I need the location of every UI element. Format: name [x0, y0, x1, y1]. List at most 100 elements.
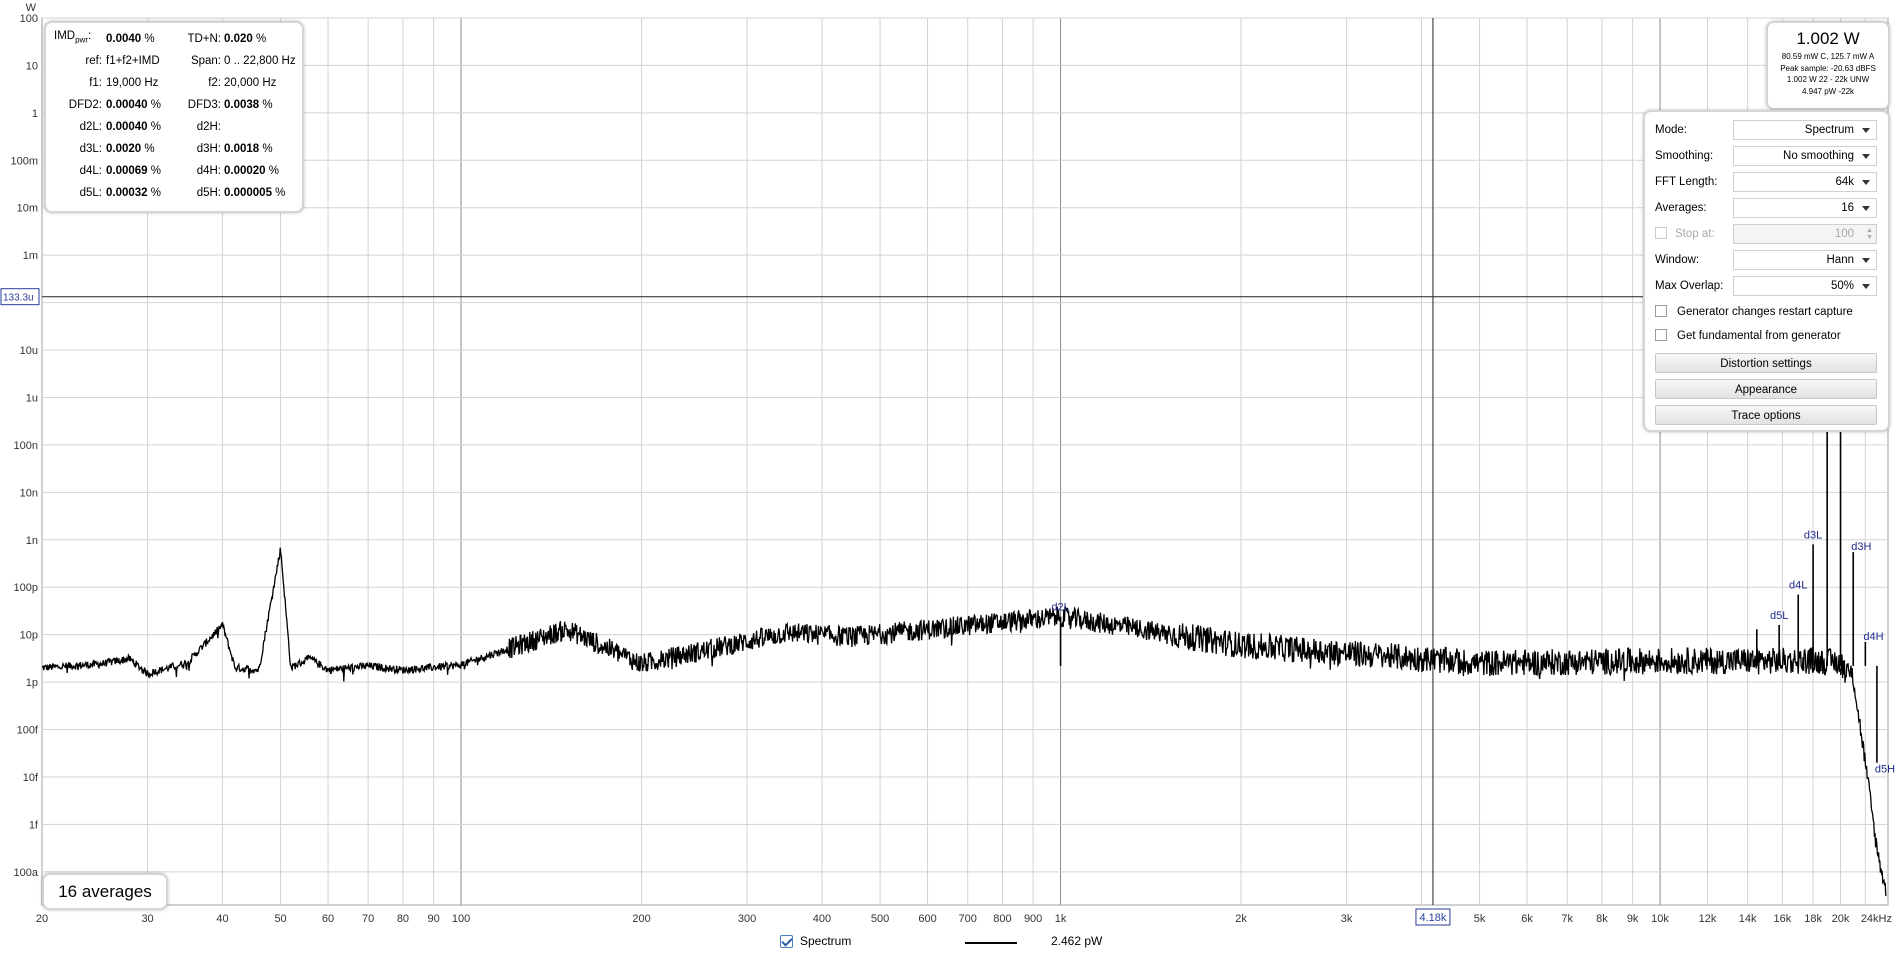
- fundamental-generator-label: Get fundamental from generator: [1677, 330, 1841, 342]
- d5h-label: d5H:: [196, 187, 221, 199]
- smoothing-value: No smoothing: [1783, 150, 1854, 162]
- peak-label-d4h: d4H: [1863, 631, 1883, 643]
- x-tick-label: 7k: [1561, 913, 1573, 925]
- d3l-value: 0.0020 %: [106, 143, 155, 155]
- y-tick-label: 100m: [10, 155, 38, 167]
- y-axis-unit: W: [26, 2, 37, 14]
- fft-length-dropdown[interactable]: 64k: [1733, 172, 1877, 192]
- plot-frame: [41, 17, 1889, 906]
- span-label: Span:: [190, 55, 221, 67]
- peak-label-d2l: d2L: [1051, 602, 1069, 614]
- mode-value: Spectrum: [1804, 124, 1854, 136]
- averages-badge: 16 averages: [42, 873, 168, 910]
- window-value: Hann: [1826, 254, 1855, 266]
- trace-legend: Spectrum 2.462 pW: [780, 934, 1180, 950]
- y-tick-label: 1m: [23, 250, 38, 262]
- f1-value: 19,000 Hz: [106, 77, 159, 89]
- span-value: 0 .. 22,800 Hz: [224, 55, 296, 67]
- x-tick-label: 80: [397, 913, 409, 925]
- mode-dropdown[interactable]: Spectrum: [1733, 120, 1877, 140]
- x-tick-label: 200: [632, 913, 650, 925]
- smoothing-row: Smoothing: No smoothing: [1655, 146, 1877, 168]
- y-tick-label: 10u: [20, 345, 38, 357]
- y-tick-label: 10p: [20, 630, 38, 642]
- stop-at-checkbox[interactable]: [1655, 227, 1667, 239]
- generator-restart-checkbox[interactable]: [1655, 305, 1667, 317]
- y-tick-label: 100p: [14, 582, 38, 594]
- x-tick-label: 12k: [1699, 913, 1717, 925]
- peak-label-d3l: d3L: [1804, 529, 1822, 541]
- x-tick-label: 6k: [1521, 913, 1533, 925]
- x-tick-label: 100: [452, 913, 470, 925]
- x-tick-label: 2k: [1235, 913, 1247, 925]
- window-dropdown[interactable]: Hann: [1733, 250, 1877, 270]
- x-tick-label: 14k: [1739, 913, 1757, 925]
- spectrum-trace-group: [41, 112, 1887, 897]
- power-main-value: 1.002 W: [1796, 29, 1860, 48]
- d3h-value: 0.0018 %: [224, 143, 273, 155]
- y-tick-label: 1u: [26, 392, 38, 404]
- mode-label: Mode:: [1655, 124, 1687, 136]
- y-tick-label: 1n: [26, 535, 38, 547]
- max-overlap-row: Max Overlap: 50%: [1655, 276, 1877, 298]
- y-tick-label: 100f: [17, 725, 39, 737]
- y-tick-label: 1p: [26, 677, 38, 689]
- power-unweighted: 1.002 W 22 - 22k UNW: [1786, 75, 1870, 84]
- distortion-results-panel: IMDpwr: 0.0040 % TD+N: 0.020 % ref: f1+f…: [44, 21, 304, 213]
- d2l-value: 0.00040 %: [106, 121, 162, 133]
- f1-label: f1:: [89, 77, 102, 89]
- averages-dropdown[interactable]: 16: [1733, 198, 1877, 218]
- mode-row: Mode: Spectrum: [1655, 120, 1877, 142]
- x-tick-label: 900: [1024, 913, 1042, 925]
- x-tick-label: 30: [141, 913, 153, 925]
- cursor-x-readout: 4.18k: [1419, 912, 1446, 924]
- trace-options-button[interactable]: Trace options: [1655, 405, 1877, 425]
- stop-at-row: Stop at: 100 ▲ ▼: [1655, 224, 1877, 246]
- y-tick-label: 1: [32, 108, 38, 120]
- ref-value: f1+f2+IMD: [106, 55, 160, 67]
- d2l-label: d2L:: [79, 121, 102, 133]
- x-tick-label: 18k: [1804, 913, 1822, 925]
- averages-row: Averages: 16: [1655, 198, 1877, 220]
- dfd3-value: 0.0038 %: [224, 99, 273, 111]
- peak-label-d5l: d5L: [1770, 610, 1788, 622]
- legend-series-name: Spectrum: [800, 934, 852, 948]
- spectrum-visibility-checkbox[interactable]: [780, 935, 793, 948]
- imd-value: 0.0040 %: [106, 33, 155, 45]
- averages-value: 16: [1841, 202, 1854, 214]
- max-overlap-dropdown[interactable]: 50%: [1733, 276, 1877, 296]
- y-tick-label: 10n: [20, 487, 38, 499]
- x-tick-label: 70: [362, 913, 374, 925]
- dfd2-value: 0.00040 %: [106, 99, 162, 111]
- tdn-label: TD+N:: [187, 33, 221, 45]
- d4l-label: d4L:: [79, 165, 102, 177]
- generator-restart-row: Generator changes restart capture: [1655, 302, 1877, 324]
- x-tick-label: 500: [871, 913, 889, 925]
- stop-at-spinbox[interactable]: 100 ▲ ▼: [1733, 224, 1877, 244]
- x-tick-label: 9k: [1627, 913, 1639, 925]
- y-tick-label: 10: [26, 60, 38, 72]
- peak-label-d5h: d5H: [1875, 764, 1895, 776]
- peak-label-d4l: d4L: [1789, 580, 1807, 592]
- smoothing-dropdown[interactable]: No smoothing: [1733, 146, 1877, 166]
- max-overlap-value: 50%: [1830, 280, 1854, 292]
- averages-label: Averages:: [1655, 202, 1707, 214]
- d4h-value: 0.00020 %: [224, 165, 280, 177]
- y-tick-label: 10f: [23, 772, 39, 784]
- f2-label: f2:: [208, 77, 221, 89]
- peak-label-d3h: d3H: [1851, 541, 1871, 553]
- x-tick-label: 16k: [1774, 913, 1792, 925]
- window-row: Window: Hann: [1655, 250, 1877, 272]
- d5l-value: 0.00032 %: [106, 187, 162, 199]
- x-tick-label: 800: [993, 913, 1011, 925]
- x-tick-label: 300: [738, 913, 756, 925]
- dfd3-label: DFD3:: [187, 99, 221, 111]
- d5l-label: d5L:: [79, 187, 102, 199]
- appearance-button[interactable]: Appearance: [1655, 379, 1877, 399]
- fundamental-generator-checkbox[interactable]: [1655, 329, 1667, 341]
- x-tick-label: 700: [959, 913, 977, 925]
- chevron-down-icon: [1862, 284, 1870, 289]
- spectrum-trace: [41, 547, 1887, 897]
- distortion-settings-button[interactable]: Distortion settings: [1655, 353, 1877, 373]
- d4h-label: d4H:: [196, 165, 221, 177]
